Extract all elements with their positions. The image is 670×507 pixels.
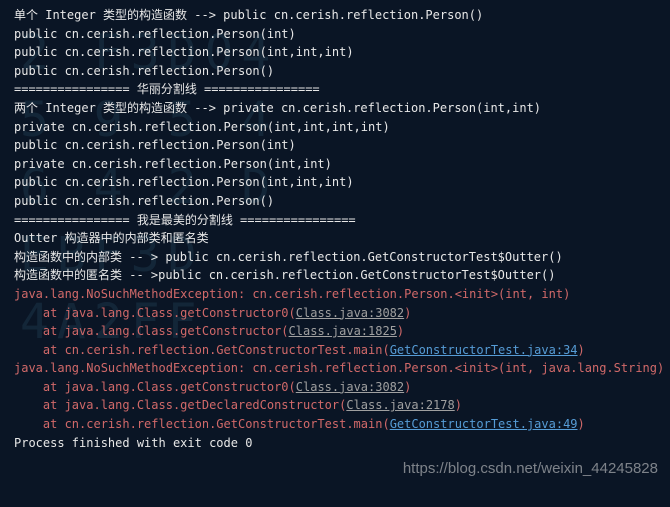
console-line: at cn.cerish.reflection.GetConstructorTe… [14, 415, 670, 434]
console-line: public cn.cerish.reflection.Person(int,i… [14, 173, 670, 192]
stack-text: at cn.cerish.reflection.GetConstructorTe… [14, 343, 390, 357]
console-line: Process finished with exit code 0 [14, 434, 670, 453]
console-line: public cn.cerish.reflection.Person(int) [14, 25, 670, 44]
stack-text: at java.lang.Class.getConstructor( [14, 324, 289, 338]
console-line: ================ 我是最美的分割线 ==============… [14, 211, 670, 230]
source-location: Class.java:2178 [346, 398, 454, 412]
console-line: 两个 Integer 类型的构造函数 --> private cn.cerish… [14, 99, 670, 118]
console-line: java.lang.NoSuchMethodException: cn.ceri… [14, 285, 670, 304]
console-line: private cn.cerish.reflection.Person(int,… [14, 155, 670, 174]
watermark-text: https://blog.csdn.net/weixin_44245828 [403, 460, 658, 477]
stack-text: ) [578, 343, 585, 357]
source-location: Class.java:1825 [289, 324, 397, 338]
console-line: at java.lang.Class.getConstructor0(Class… [14, 378, 670, 397]
console-line: at java.lang.Class.getDeclaredConstructo… [14, 396, 670, 415]
console-line: public cn.cerish.reflection.Person() [14, 192, 670, 211]
console-line: java.lang.NoSuchMethodException: cn.ceri… [14, 359, 670, 378]
stack-text: ) [455, 398, 462, 412]
console-line: at cn.cerish.reflection.GetConstructorTe… [14, 341, 670, 360]
console-line: public cn.cerish.reflection.Person(int,i… [14, 43, 670, 62]
stack-text: at java.lang.Class.getConstructor0( [14, 380, 296, 394]
console-line: 构造函数中的内部类 -- > public cn.cerish.reflecti… [14, 248, 670, 267]
stack-text: ) [404, 306, 411, 320]
source-link[interactable]: GetConstructorTest.java:49 [390, 417, 578, 431]
stack-text: ) [397, 324, 404, 338]
stack-text: at java.lang.Class.getDeclaredConstructo… [14, 398, 346, 412]
console-line: public cn.cerish.reflection.Person() [14, 62, 670, 81]
console-line: private cn.cerish.reflection.Person(int,… [14, 118, 670, 137]
stack-text: ) [578, 417, 585, 431]
stack-text: ) [404, 380, 411, 394]
console-line: ================ 华丽分割线 ================ [14, 80, 670, 99]
source-location: Class.java:3082 [296, 306, 404, 320]
console-line: at java.lang.Class.getConstructor(Class.… [14, 322, 670, 341]
console-line: 构造函数中的匿名类 -- >public cn.cerish.reflectio… [14, 266, 670, 285]
console-output: 单个 Integer 类型的构造函数 --> public cn.cerish.… [0, 0, 670, 458]
source-link[interactable]: GetConstructorTest.java:34 [390, 343, 578, 357]
stack-text: at java.lang.Class.getConstructor0( [14, 306, 296, 320]
stack-text: at cn.cerish.reflection.GetConstructorTe… [14, 417, 390, 431]
console-line: at java.lang.Class.getConstructor0(Class… [14, 304, 670, 323]
console-line: Outter 构造器中的内部类和匿名类 [14, 229, 670, 248]
console-line: 单个 Integer 类型的构造函数 --> public cn.cerish.… [14, 6, 670, 25]
console-line: public cn.cerish.reflection.Person(int) [14, 136, 670, 155]
source-location: Class.java:3082 [296, 380, 404, 394]
